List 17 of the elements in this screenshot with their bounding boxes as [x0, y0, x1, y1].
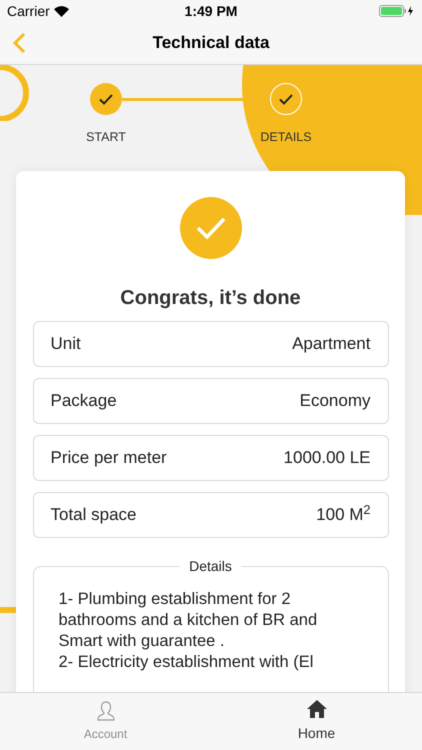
info-value: Apartment	[292, 333, 370, 356]
info-label: Package	[50, 390, 117, 412]
tab-bar-item[interactable]: Home	[211, 693, 422, 750]
step-label: DETAILS	[260, 129, 312, 146]
info-value: 1000.00 LE	[284, 447, 370, 470]
screen-title: Technical data	[152, 32, 270, 54]
success-title: Congrats, it’s done	[120, 286, 301, 311]
info-value: Economy	[300, 390, 370, 412]
details-text: 2- Electricity establishment with (El	[58, 652, 314, 673]
step-label: START	[86, 129, 126, 146]
info-value: 100 M$^{2}$	[316, 502, 370, 526]
details-text: 1- Plumbing establishment for 2 bathrooms and a kitchen of BR and Smart with guarantee .	[58, 589, 318, 652]
info-label: Unit	[50, 333, 81, 356]
info-label: Price per meter	[50, 447, 167, 470]
carrier-label: Carrier	[7, 2, 50, 20]
status-time: 1:49 PM	[184, 2, 238, 20]
info-label: Total space	[50, 504, 136, 526]
